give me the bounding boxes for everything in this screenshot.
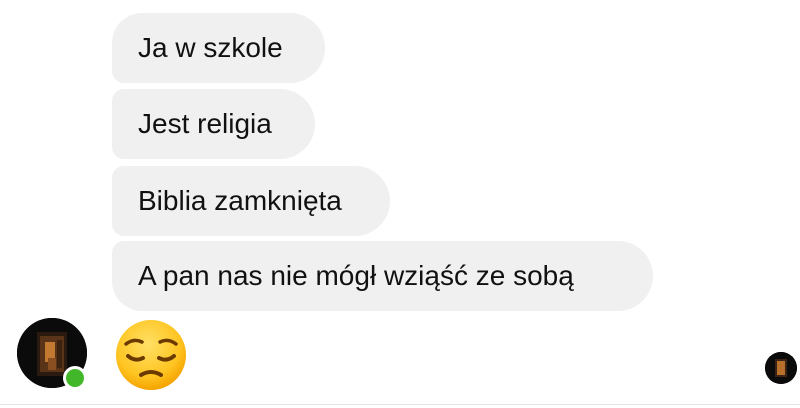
message-text: A pan nas nie mógł wziąść ze sobą <box>138 260 574 291</box>
divider <box>0 404 800 405</box>
seen-profile-photo-icon <box>765 352 797 384</box>
message-bubble[interactable]: Ja w szkole <box>112 13 325 83</box>
message-text: Ja w szkole <box>138 32 283 63</box>
message-bubble[interactable]: Biblia zamknięta <box>112 166 390 236</box>
message-text: Biblia zamknięta <box>138 185 342 216</box>
message-bubble[interactable]: A pan nas nie mógł wziąść ze sobą <box>112 241 653 311</box>
pensive-face-emoji-icon <box>114 318 188 392</box>
message-text: Jest religia <box>138 108 272 139</box>
message-bubble[interactable]: Jest religia <box>112 89 315 159</box>
message-thread: Ja w szkole Jest religia Biblia zamknięt… <box>0 0 800 408</box>
seen-receipt-avatar <box>765 352 797 384</box>
online-status-dot <box>63 366 87 390</box>
